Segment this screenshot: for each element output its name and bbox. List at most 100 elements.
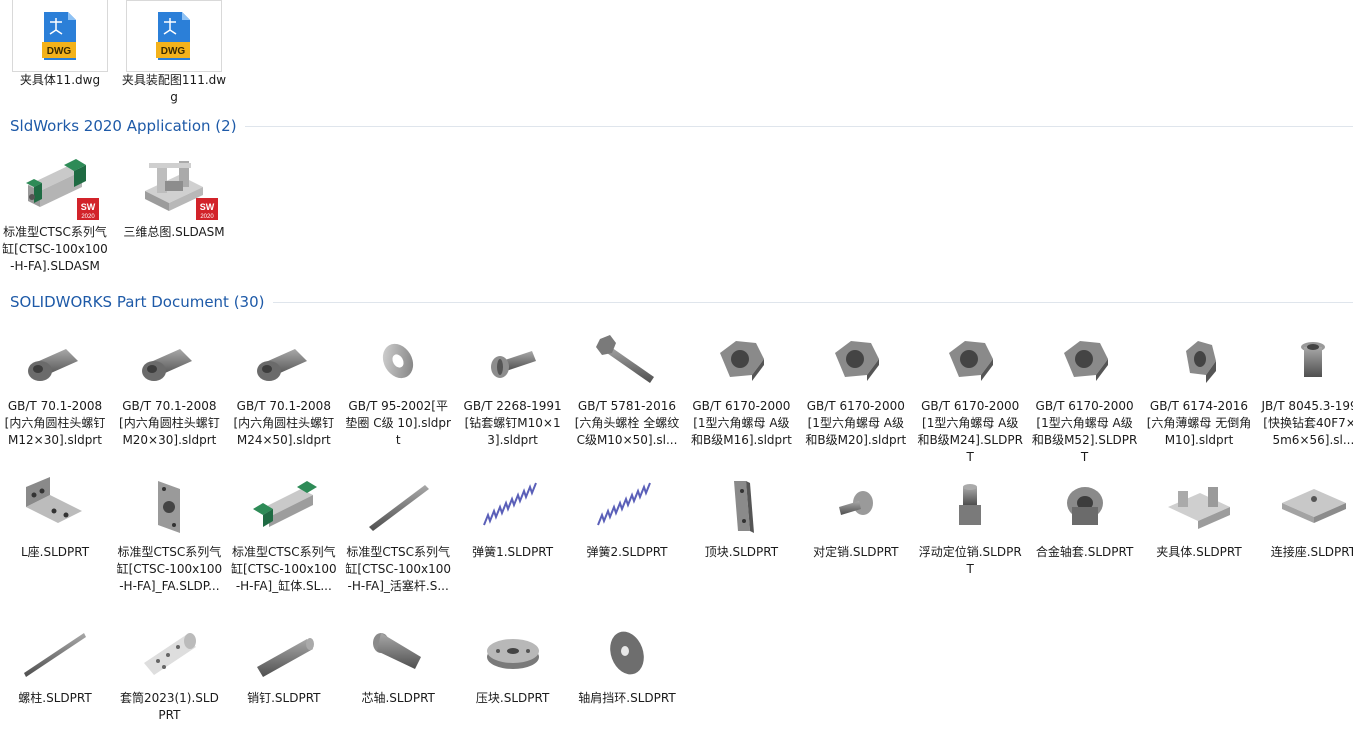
spring-icon [465, 470, 561, 544]
pin-icon [236, 616, 332, 690]
hex-nut-icon [808, 324, 904, 398]
pressure-block-icon [465, 616, 561, 690]
file-label: GB∕T 2268-1991[钻套螺钉M10×13].sldprt [463, 399, 562, 447]
file-part[interactable]: 浮动定位销.SLDPRT [915, 470, 1025, 578]
file-label: 标准型CTSC系列气缸[CTSC-100x100-H-FA]_缸体.SL... [230, 545, 337, 593]
file-label: 三维总图.SLDASM [123, 225, 225, 239]
hex-nut-icon [1037, 324, 1133, 398]
file-label: 标准型CTSC系列气缸[CTSC-100x100-H-FA].SLDASM [2, 225, 108, 273]
l-bracket-icon [7, 470, 103, 544]
socket-head-screw-icon [7, 324, 103, 398]
solidworks-badge-icon: SW 2020 [196, 198, 218, 220]
file-part[interactable]: 夹具体.SLDPRT [1144, 470, 1254, 561]
locating-pin-icon [808, 470, 904, 544]
svg-text:2020: 2020 [200, 214, 214, 220]
group-header-part-document[interactable]: SOLIDWORKS Part Document (30) [10, 293, 1353, 311]
file-label: 压块.SLDPRT [475, 691, 550, 705]
sleeve-icon [121, 616, 217, 690]
stud-icon [7, 616, 103, 690]
file-label: 夹具体11.dwg [19, 73, 101, 87]
file-part[interactable]: L座.SLDPRT [0, 470, 110, 561]
file-label: 连接座.SLDPRT [1270, 545, 1353, 559]
file-part[interactable]: 连接座.SLDPRT [1258, 470, 1353, 561]
file-part[interactable]: GB∕T 6170-2000[1型六角螺母 A级和B级M20].sldprt [801, 324, 911, 449]
file-label: 芯轴.SLDPRT [361, 691, 435, 705]
svg-text:2020: 2020 [81, 214, 95, 220]
file-part[interactable]: 螺柱.SLDPRT [0, 616, 110, 707]
svg-text:SW: SW [81, 202, 96, 212]
file-dwg-1[interactable]: DWG 夹具体11.dwg [5, 0, 115, 89]
group-title: SOLIDWORKS Part Document (30) [10, 293, 265, 311]
file-part[interactable]: GB∕T 6170-2000[1型六角螺母 A级和B级M24].SLDPRT [915, 324, 1025, 466]
file-part[interactable]: GB∕T 95-2002[平垫圈 C级 10].sldprt [343, 324, 453, 449]
file-part[interactable]: 套筒2023(1).SLDPRT [114, 616, 224, 724]
file-label: 螺柱.SLDPRT [18, 691, 92, 705]
file-part[interactable]: GB∕T 70.1-2008[内六角圆柱头螺钉M20×30].sldprt [114, 324, 224, 449]
file-part[interactable]: 标准型CTSC系列气缸[CTSC-100x100-H-FA]_活塞杆.S... [343, 470, 453, 595]
file-part[interactable]: GB∕T 6174-2016[六角薄螺母 无倒角 M10].sldprt [1144, 324, 1254, 449]
file-label: 弹簧1.SLDPRT [472, 545, 554, 559]
socket-head-screw-icon [236, 324, 332, 398]
file-label: GB∕T 5781-2016[六角头螺栓 全螺纹 C级M10×50].sl... [574, 399, 680, 447]
file-label: 弹簧2.SLDPRT [586, 545, 668, 559]
file-label: GB∕T 95-2002[平垫圈 C级 10].sldprt [345, 399, 451, 447]
dwg-file-icon: DWG [12, 0, 108, 72]
hex-bolt-icon [579, 324, 675, 398]
shoulder-screw-icon [465, 324, 561, 398]
file-part[interactable]: 轴肩挡环.SLDPRT [572, 616, 682, 707]
file-label: GB∕T 70.1-2008[内六角圆柱头螺钉M12×30].sldprt [4, 399, 106, 447]
file-part[interactable]: GB∕T 5781-2016[六角头螺栓 全螺纹 C级M10×50].sl... [572, 324, 682, 449]
file-label: 对定销.SLDPRT [813, 545, 899, 559]
dwg-file-icon: DWG [126, 0, 222, 72]
file-label: GB∕T 6174-2016[六角薄螺母 无倒角 M10].sldprt [1146, 399, 1252, 447]
file-part[interactable]: GB∕T 6170-2000[1型六角螺母 A级和B级M52].SLDPRT [1030, 324, 1140, 466]
file-label: 合金轴套.SLDPRT [1035, 545, 1134, 559]
file-dwg-2[interactable]: DWG 夹具装配图111.dwg [119, 0, 229, 106]
cylinder-assembly-icon: SW 2020 [7, 150, 103, 224]
file-label: 浮动定位销.SLDPRT [918, 545, 1022, 576]
file-part[interactable]: 弹簧2.SLDPRT [572, 470, 682, 561]
file-part[interactable]: GB∕T 6170-2000[1型六角螺母 A级和B级M16].sldprt [686, 324, 796, 449]
file-assembly-1[interactable]: SW 2020 标准型CTSC系列气缸[CTSC-100x100-H-FA].S… [0, 150, 110, 275]
file-part[interactable]: GB∕T 70.1-2008[内六角圆柱头螺钉M12×30].sldprt [0, 324, 110, 449]
group-divider [244, 125, 1353, 127]
file-part[interactable]: 标准型CTSC系列气缸[CTSC-100x100-H-FA]_缸体.SL... [229, 470, 339, 595]
mandrel-icon [350, 616, 446, 690]
svg-text:DWG: DWG [161, 46, 186, 57]
file-label: 顶块.SLDPRT [704, 545, 779, 559]
file-label: GB∕T 6170-2000[1型六角螺母 A级和B级M24].SLDPRT [917, 399, 1023, 464]
group-header-sldworks-application[interactable]: SldWorks 2020 Application (2) [10, 117, 1353, 135]
file-part[interactable]: GB∕T 2268-1991[钻套螺钉M10×13].sldprt [458, 324, 568, 449]
file-part[interactable]: 标准型CTSC系列气缸[CTSC-100x100-H-FA]_FA.SLDP..… [114, 470, 224, 595]
top-block-icon [693, 470, 789, 544]
file-assembly-2[interactable]: SW 2020 三维总图.SLDASM [119, 150, 229, 241]
drill-bushing-icon [1265, 324, 1353, 398]
file-label: 夹具装配图111.dwg [121, 73, 227, 104]
washer-icon [350, 324, 446, 398]
file-part[interactable]: 压块.SLDPRT [458, 616, 568, 707]
file-part[interactable]: 合金轴套.SLDPRT [1030, 470, 1140, 561]
file-part[interactable]: 弹簧1.SLDPRT [458, 470, 568, 561]
file-part[interactable]: 顶块.SLDPRT [686, 470, 796, 561]
socket-head-screw-icon [121, 324, 217, 398]
file-label: GB∕T 6170-2000[1型六角螺母 A级和B级M16].sldprt [690, 399, 792, 447]
svg-text:DWG: DWG [47, 46, 72, 57]
file-label: GB∕T 70.1-2008[内六角圆柱头螺钉M20×30].sldprt [119, 399, 220, 447]
file-label: L座.SLDPRT [20, 545, 90, 559]
file-label: 标准型CTSC系列气缸[CTSC-100x100-H-FA]_FA.SLDP..… [116, 545, 223, 593]
shoulder-ring-icon [579, 616, 675, 690]
file-part[interactable]: 销钉.SLDPRT [229, 616, 339, 707]
file-label: 轴肩挡环.SLDPRT [578, 691, 676, 705]
file-part[interactable]: JB∕T 8045.3-1999[快换钻套40F7×55m6×56].sl... [1258, 324, 1353, 449]
thin-nut-icon [1151, 324, 1247, 398]
file-part[interactable]: GB∕T 70.1-2008[内六角圆柱头螺钉M24×50].sldprt [229, 324, 339, 449]
file-label: GB∕T 6170-2000[1型六角螺母 A级和B级M20].sldprt [805, 399, 907, 447]
connecting-plate-icon [1265, 470, 1353, 544]
file-part[interactable]: 芯轴.SLDPRT [343, 616, 453, 707]
file-label: GB∕T 6170-2000[1型六角螺母 A级和B级M52].SLDPRT [1031, 399, 1138, 464]
group-title: SldWorks 2020 Application (2) [10, 117, 237, 135]
svg-text:SW: SW [200, 202, 215, 212]
floating-pin-icon [922, 470, 1018, 544]
file-label: JB∕T 8045.3-1999[快换钻套40F7×55m6×56].sl... [1261, 399, 1353, 447]
file-part[interactable]: 对定销.SLDPRT [801, 470, 911, 561]
